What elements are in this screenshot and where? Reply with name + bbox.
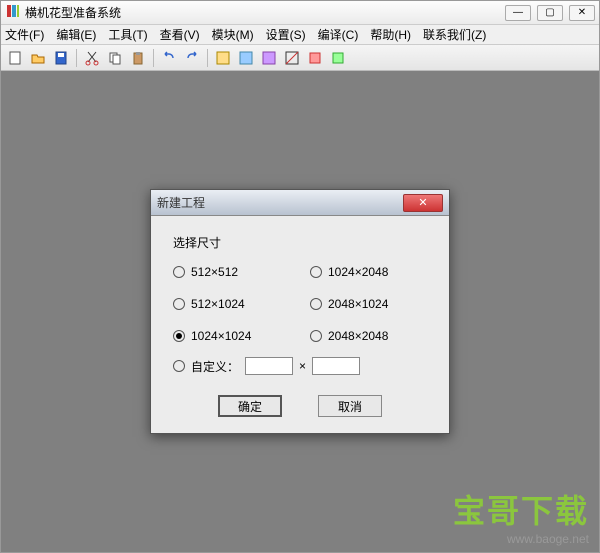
watermark-text: 宝哥下载 [453,486,589,532]
option-label: 512×1024 [191,297,245,311]
size-options: 512×512 1024×2048 512×1024 2048×1024 102… [173,265,427,343]
size-option-1024x1024[interactable]: 1024×1024 [173,329,290,343]
tool-d-icon[interactable] [282,48,302,68]
dialog-titlebar: 新建工程 ✕ [151,190,449,216]
option-label: 2048×1024 [328,297,388,311]
menu-contact[interactable]: 联系我们(Z) [423,26,486,43]
main-window: 横机花型准备系统 — ▢ ✕ 文件(F) 编辑(E) 工具(T) 查看(V) 模… [0,0,600,553]
tool-a-icon[interactable] [213,48,233,68]
menu-help[interactable]: 帮助(H) [370,26,411,43]
titlebar: 横机花型准备系统 — ▢ ✕ [1,1,599,25]
size-option-2048x2048[interactable]: 2048×2048 [310,329,427,343]
workspace: 新建工程 ✕ 选择尺寸 512×512 1024×2048 512×1024 2… [1,71,599,552]
watermark-url: www.baoge.net [453,532,589,546]
custom-label: 自定义： [191,358,239,375]
radio-icon [310,298,322,310]
radio-icon [173,298,185,310]
menubar: 文件(F) 编辑(E) 工具(T) 查看(V) 模块(M) 设置(S) 编译(C… [1,25,599,45]
copy-icon[interactable] [105,48,125,68]
save-icon[interactable] [51,48,71,68]
size-option-512x1024[interactable]: 512×1024 [173,297,290,311]
window-buttons: — ▢ ✕ [505,5,595,21]
radio-icon [310,330,322,342]
dialog-title: 新建工程 [157,194,403,211]
size-option-1024x2048[interactable]: 1024×2048 [310,265,427,279]
size-option-512x512[interactable]: 512×512 [173,265,290,279]
dialog-close-button[interactable]: ✕ [403,194,443,212]
option-label: 512×512 [191,265,238,279]
custom-height-input[interactable] [312,357,360,375]
ok-button[interactable]: 确定 [218,395,282,417]
tool-f-icon[interactable] [328,48,348,68]
app-icon [5,3,21,22]
radio-icon [173,330,185,342]
maximize-button[interactable]: ▢ [537,5,563,21]
option-label: 1024×1024 [191,329,251,343]
menu-settings[interactable]: 设置(S) [266,26,306,43]
dialog-body: 选择尺寸 512×512 1024×2048 512×1024 2048×102… [151,216,449,433]
radio-icon [173,266,185,278]
option-label: 1024×2048 [328,265,388,279]
watermark: 宝哥下载 www.baoge.net [453,486,589,546]
undo-icon[interactable] [159,48,179,68]
menu-view[interactable]: 查看(V) [160,26,200,43]
menu-module[interactable]: 模块(M) [212,26,254,43]
new-project-dialog: 新建工程 ✕ 选择尺寸 512×512 1024×2048 512×1024 2… [150,189,450,434]
tool-b-icon[interactable] [236,48,256,68]
menu-edit[interactable]: 编辑(E) [56,26,96,43]
cut-icon[interactable] [82,48,102,68]
separator [76,49,77,67]
new-icon[interactable] [5,48,25,68]
redo-icon[interactable] [182,48,202,68]
menu-compile[interactable]: 编译(C) [318,26,359,43]
separator [207,49,208,67]
tool-c-icon[interactable] [259,48,279,68]
open-icon[interactable] [28,48,48,68]
radio-icon[interactable] [173,360,185,372]
option-label: 2048×2048 [328,329,388,343]
paste-icon[interactable] [128,48,148,68]
toolbar [1,45,599,71]
menu-file[interactable]: 文件(F) [5,26,44,43]
custom-width-input[interactable] [245,357,293,375]
window-title: 横机花型准备系统 [25,4,501,21]
tool-e-icon[interactable] [305,48,325,68]
size-option-2048x1024[interactable]: 2048×1024 [310,297,427,311]
close-button[interactable]: ✕ [569,5,595,21]
radio-icon [310,266,322,278]
menu-tool[interactable]: 工具(T) [108,26,147,43]
custom-sep: × [299,359,306,373]
custom-size-row: 自定义： × [173,357,427,375]
separator [153,49,154,67]
size-group-label: 选择尺寸 [173,234,427,251]
dialog-buttons: 确定 取消 [173,395,427,417]
cancel-button[interactable]: 取消 [318,395,382,417]
minimize-button[interactable]: — [505,5,531,21]
